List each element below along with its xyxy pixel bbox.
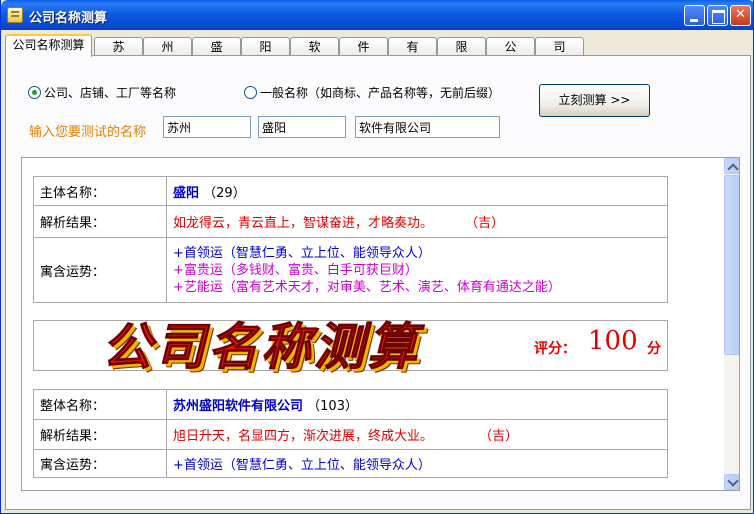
input-label: 输入您要测试的名称	[29, 125, 147, 140]
table-row: 主体名称： 盛阳 （29）	[33, 176, 668, 206]
scroll-up-arrow-icon[interactable]	[724, 158, 739, 174]
tab-char-6[interactable]: 件	[339, 37, 388, 56]
tab-char-1[interactable]: 苏	[94, 37, 143, 56]
close-button[interactable]: ✕	[730, 5, 751, 26]
vertical-scrollbar[interactable]	[724, 158, 739, 490]
region-input[interactable]	[163, 116, 251, 138]
tab-char-8[interactable]: 限	[437, 37, 486, 56]
main-result-table: 主体名称： 盛阳 （29） 解析结果： 如龙得云，青云直上，智谋奋进，才略奏功。…	[33, 176, 668, 303]
full-name-label: 整体名称：	[33, 389, 167, 420]
main-fortune-cell: +首领运（智慧仁勇、立上位、能领导众人） +富贵运（多钱财、富贵、白手可获巨财）…	[166, 237, 668, 303]
radio-selected-icon	[28, 86, 41, 99]
main-name-cell: 盛阳 （29）	[166, 176, 668, 206]
tab-company-name[interactable]: 公司名称测算	[5, 34, 92, 57]
scroll-down-arrow-icon[interactable]	[724, 474, 739, 490]
radio-general-label: 一般名称（如商标、产品名称等，无前后缀）	[260, 86, 501, 100]
title-bar[interactable]: 公司名称测算 ✕	[1, 0, 753, 30]
radio-company-label: 公司、店铺、工厂等名称	[44, 86, 177, 100]
score-value: 100	[588, 326, 638, 356]
fortune-item: +首领运（智慧仁勇、立上位、能领导众人）	[173, 245, 431, 261]
fortune-item: +首领运（智慧仁勇、立上位、能领导众人）	[173, 458, 431, 473]
result-content: 主体名称： 盛阳 （29） 解析结果： 如龙得云，青云直上，智谋奋进，才略奏功。…	[22, 158, 721, 490]
full-analysis: 旭日升天，名显四方，渐次进展，终成大业。	[173, 429, 434, 444]
main-window: 公司名称测算 ✕ 公司名称测算 苏 州 盛 阳 软 件 有 限 公 司 公司、店…	[0, 0, 754, 514]
calculate-button[interactable]: 立刻测算 >>	[539, 84, 650, 117]
main-analysis-label: 解析结果：	[33, 205, 167, 238]
main-fortune-label: 寓含运势：	[33, 237, 167, 303]
fortune-item: +艺能运（富有艺术天才，对审美、艺术、演艺、体育有通达之能）	[173, 279, 561, 295]
table-row: 解析结果： 如龙得云，青云直上，智谋奋进，才略奏功。 （吉）	[33, 205, 668, 238]
score-unit: 分	[647, 341, 661, 357]
tab-char-7[interactable]: 有	[388, 37, 437, 56]
banner-logo: 公司名称测算	[102, 317, 420, 377]
minimize-button[interactable]	[684, 5, 705, 26]
tab-char-3[interactable]: 盛	[192, 37, 241, 56]
table-row: 解析结果： 旭日升天，名显四方，渐次进展，终成大业。 （吉）	[33, 419, 668, 450]
main-name-label: 主体名称：	[33, 176, 167, 206]
table-row: 整体名称： 苏州盛阳软件有限公司 （103）	[33, 389, 668, 420]
tab-char-10[interactable]: 司	[535, 37, 584, 56]
table-row: 寓含运势： +首领运（智慧仁勇、立上位、能领导众人）	[33, 449, 668, 478]
tab-char-5[interactable]: 软	[290, 37, 339, 56]
tab-panel: 公司、店铺、工厂等名称 一般名称（如商标、产品名称等，无前后缀） 立刻测算 >>…	[5, 55, 751, 510]
full-fortune-label: 寓含运势：	[33, 449, 167, 478]
scroll-thumb[interactable]	[724, 175, 739, 355]
full-analysis-tag: （吉）	[479, 429, 519, 444]
tab-char-2[interactable]: 州	[143, 37, 192, 56]
full-name: 苏州盛阳软件有限公司	[173, 399, 304, 414]
full-analysis-label: 解析结果：	[33, 419, 167, 450]
full-score: （103）	[307, 399, 358, 414]
main-analysis-cell: 如龙得云，青云直上，智谋奋进，才略奏功。 （吉）	[166, 205, 668, 238]
app-icon	[7, 7, 23, 23]
main-score: （29）	[203, 185, 246, 201]
maximize-button[interactable]	[707, 5, 728, 26]
radio-company-name[interactable]: 公司、店铺、工厂等名称	[28, 84, 176, 101]
score-banner: 公司名称测算 评分： 100 分	[33, 317, 668, 377]
main-analysis-tag: （吉）	[465, 216, 505, 231]
tab-char-4[interactable]: 阳	[241, 37, 290, 56]
window-title: 公司名称测算	[29, 11, 108, 26]
radio-general-name[interactable]: 一般名称（如商标、产品名称等，无前后缀）	[244, 84, 500, 101]
core-name-input[interactable]	[258, 116, 346, 138]
score-label: 评分：	[534, 341, 576, 357]
main-name: 盛阳	[173, 185, 200, 201]
table-row: 寓含运势： +首领运（智慧仁勇、立上位、能领导众人） +富贵运（多钱财、富贵、白…	[33, 237, 668, 303]
suffix-input[interactable]	[355, 116, 500, 138]
full-analysis-cell: 旭日升天，名显四方，渐次进展，终成大业。 （吉）	[166, 419, 668, 450]
fortune-item: +富贵运（多钱财、富贵、白手可获巨财）	[173, 262, 418, 278]
result-view[interactable]: 主体名称： 盛阳 （29） 解析结果： 如龙得云，青云直上，智谋奋进，才略奏功。…	[21, 157, 740, 491]
full-name-cell: 苏州盛阳软件有限公司 （103）	[166, 389, 668, 420]
radio-unselected-icon	[244, 86, 257, 99]
main-analysis: 如龙得云，青云直上，智谋奋进，才略奏功。	[173, 216, 434, 231]
full-fortune-cell: +首领运（智慧仁勇、立上位、能领导众人）	[166, 449, 668, 478]
tab-strip: 公司名称测算 苏 州 盛 阳 软 件 有 限 公 司	[5, 34, 751, 57]
tab-char-9[interactable]: 公	[486, 37, 535, 56]
full-result-table: 整体名称： 苏州盛阳软件有限公司 （103） 解析结果： 旭日升天，名显四方，渐…	[33, 389, 668, 478]
